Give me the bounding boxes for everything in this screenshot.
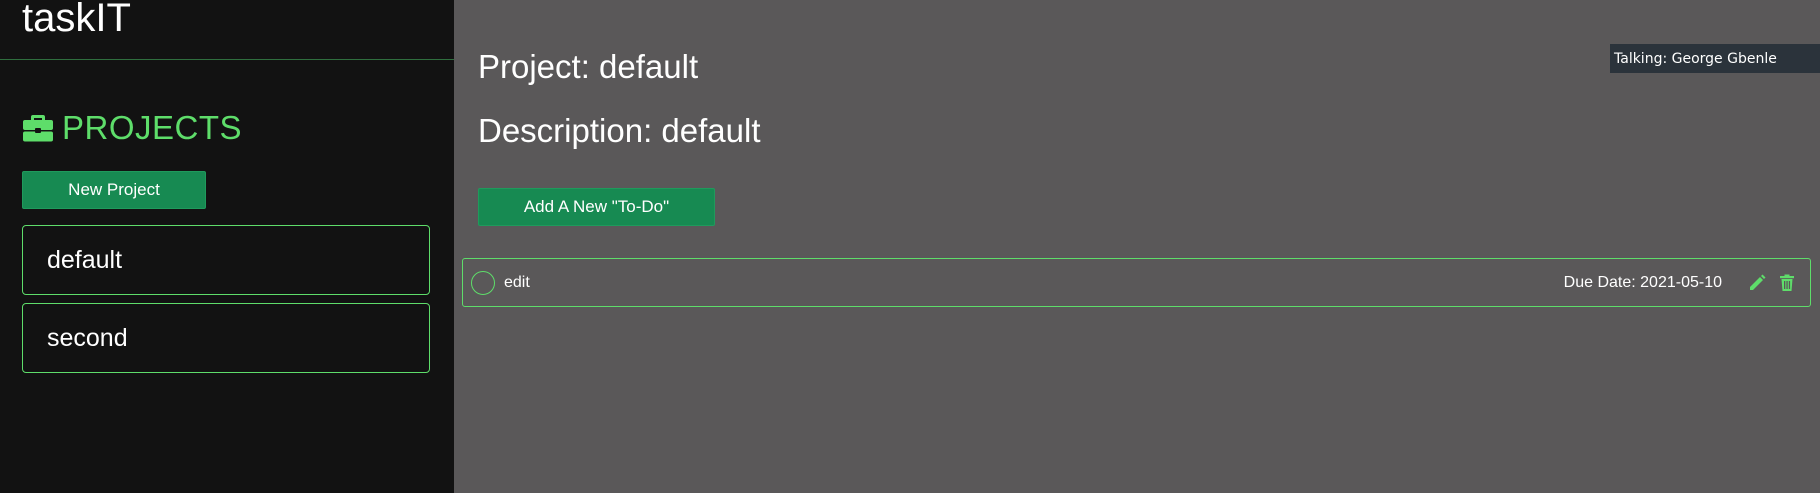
talking-indicator: Talking: George Gbenle	[1610, 44, 1820, 73]
todo-complete-checkbox[interactable]	[471, 270, 495, 295]
projects-title: PROJECTS	[62, 109, 243, 146]
sidebar: taskIT PROJECTS New Project default seco…	[0, 0, 454, 493]
trash-icon[interactable]	[1778, 274, 1796, 292]
project-title: Project: default	[478, 48, 699, 85]
pencil-icon[interactable]	[1748, 274, 1766, 292]
main-panel: Project: default Description: default Ad…	[454, 0, 1820, 493]
new-project-button[interactable]: New Project	[22, 171, 206, 209]
todo-due-date: Due Date: 2021-05-10	[1563, 273, 1722, 291]
project-list: default second	[22, 225, 430, 381]
project-description: Description: default	[478, 112, 761, 149]
todo-item: edit Due Date: 2021-05-10	[462, 258, 1811, 307]
app-title: taskIT	[22, 0, 131, 40]
todo-actions: Due Date: 2021-05-10	[1564, 274, 1810, 292]
project-item-second[interactable]: second	[22, 303, 430, 373]
briefcase-icon	[22, 113, 54, 143]
header-divider	[0, 59, 454, 60]
add-todo-button[interactable]: Add A New "To-Do"	[478, 188, 715, 226]
todo-title: edit	[504, 273, 530, 291]
project-item-default[interactable]: default	[22, 225, 430, 295]
projects-heading: PROJECTS	[22, 108, 242, 148]
